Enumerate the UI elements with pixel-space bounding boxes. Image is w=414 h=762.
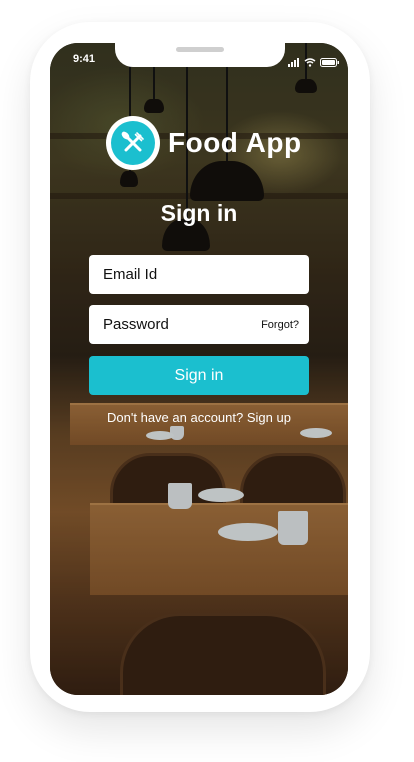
sign-up-link[interactable]: Sign up — [247, 410, 291, 425]
password-input[interactable] — [103, 316, 243, 333]
forgot-password-link[interactable]: Forgot? — [261, 319, 299, 331]
password-field[interactable]: Forgot? — [89, 305, 309, 344]
brand-header: Food App — [106, 116, 302, 170]
signup-prompt: Don't have an account? Sign up — [50, 410, 348, 425]
status-icons — [288, 54, 340, 72]
wifi-icon — [304, 54, 316, 72]
brand-name: Food App — [168, 127, 302, 158]
email-input[interactable] — [103, 266, 243, 283]
sign-in-button[interactable]: Sign in — [89, 356, 309, 395]
fork-knife-icon — [111, 121, 155, 165]
signup-prompt-text: Don't have an account? — [107, 410, 244, 425]
page: 9:41 Food App Sign in Email Id Forgot? S… — [0, 0, 414, 762]
brand-logo — [106, 116, 160, 170]
signal-icon — [288, 54, 300, 72]
page-title: Sign in — [160, 200, 238, 226]
battery-icon — [320, 54, 340, 72]
status-time: 9:41 — [73, 53, 96, 65]
phone-speaker — [176, 47, 224, 52]
email-field[interactable] — [89, 255, 309, 294]
